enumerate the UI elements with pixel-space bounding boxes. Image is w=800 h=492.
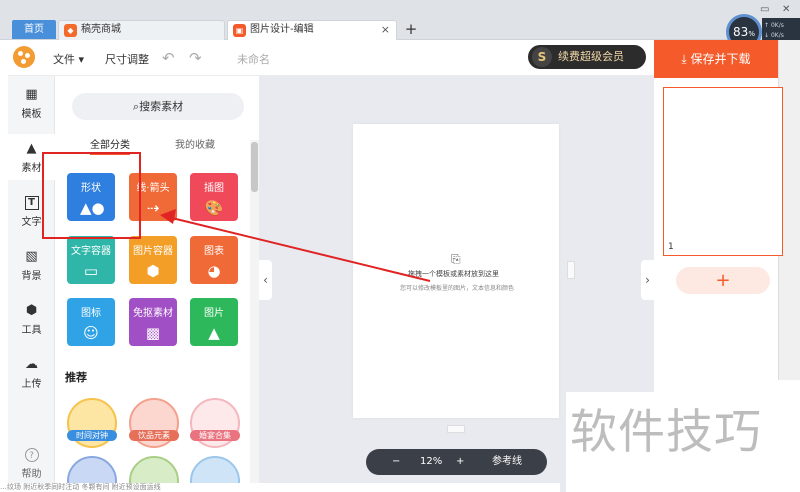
status-line: …纹玚 附近秋季同时注动 冬颗有间 附近预设面运线	[0, 483, 560, 492]
screenshot-root: { "tabs": { "home": "首页", "tab1": "稿壳商城"…	[0, 0, 800, 492]
watermark: 软件技巧	[566, 392, 800, 492]
